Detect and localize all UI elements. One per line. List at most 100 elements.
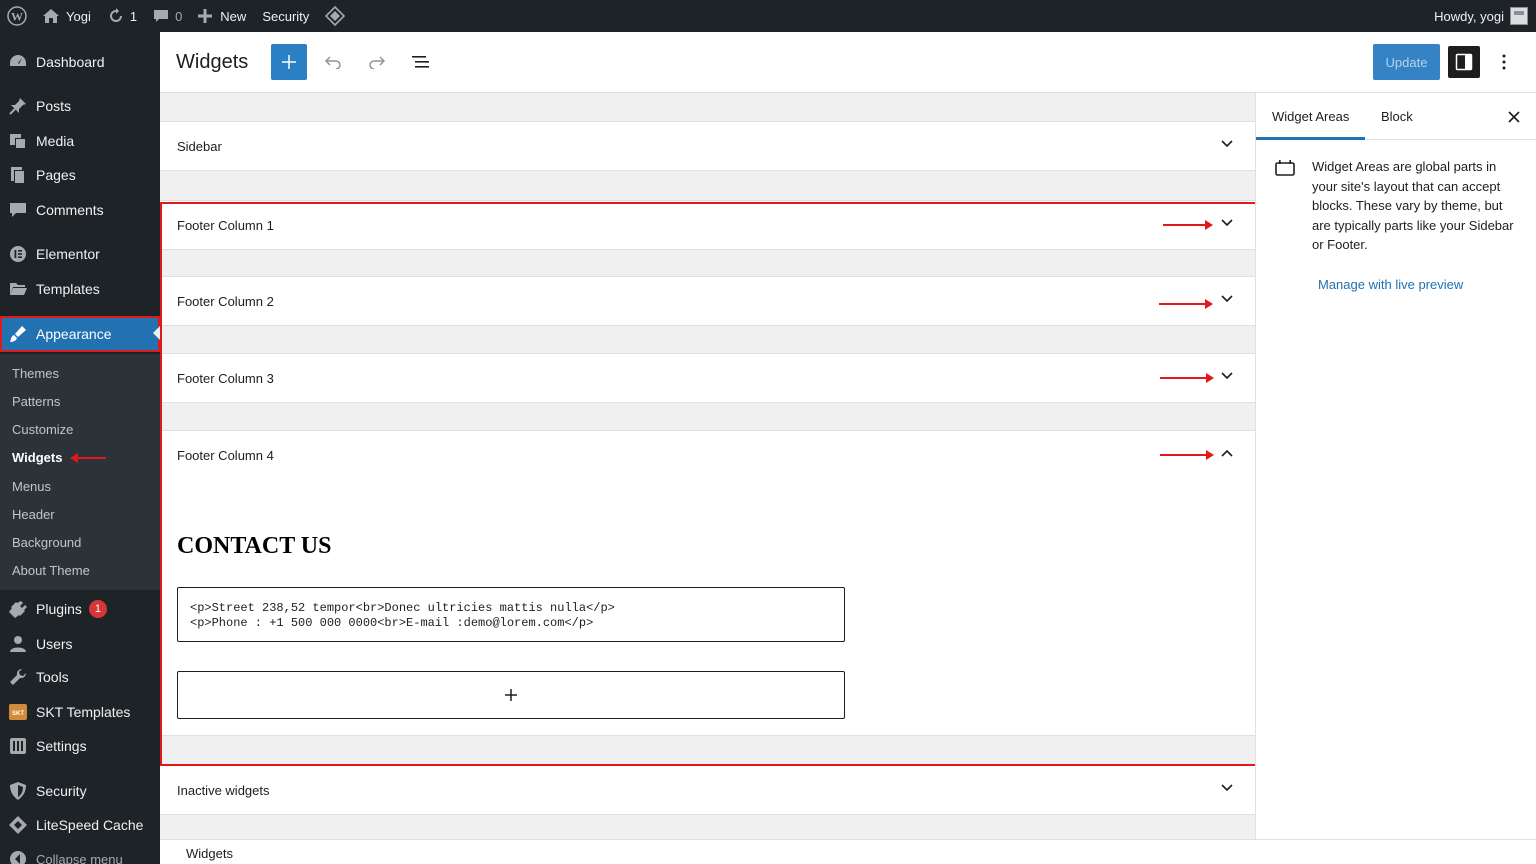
annotation-arrow [1159,299,1213,309]
widget-area-sidebar[interactable]: Sidebar [160,121,1255,171]
widget-area-inactive-widgets[interactable]: Inactive widgets [160,765,1255,815]
menu-label: SKT Templates [36,704,131,720]
menu-litespeed-cache[interactable]: LiteSpeed Cache [0,808,160,842]
site-name-link[interactable]: Yogi [34,0,99,32]
close-sidebar-button[interactable] [1504,107,1524,127]
security-link[interactable]: Security [254,0,317,32]
block-breadcrumb: Widgets [160,839,1536,864]
comments-link[interactable]: 0 [145,0,190,32]
widget-areas-canvas: Sidebar Footer Column 1 Footer Column 2 … [160,93,1255,839]
widget-area-title: Sidebar [177,138,222,154]
collapse-menu-button[interactable]: Collapse menu [0,842,160,864]
menu-comments[interactable]: Comments [0,193,160,227]
chevron-down-icon[interactable] [1221,295,1233,303]
menu-skt-templates[interactable]: SKT SKT Templates [0,695,160,729]
menu-security[interactable]: Security [0,774,160,808]
undo-icon [324,56,341,69]
comments-count: 0 [175,8,183,24]
redo-icon [369,56,386,69]
manage-live-preview-link[interactable]: Manage with live preview [1318,277,1463,292]
tab-widget-areas[interactable]: Widget Areas [1256,93,1365,140]
html-line: <p>Street 238,52 tempor<br>Donec ultrici… [190,601,615,615]
pages-icon [0,165,36,185]
menu-dashboard[interactable]: Dashboard [0,45,160,79]
menu-templates[interactable]: Templates [0,272,160,306]
site-name: Yogi [66,8,91,24]
menu-label: Plugins [36,601,82,617]
comment-icon [154,10,169,22]
wordpress-logo-icon[interactable]: W [0,0,34,32]
sidebar-tabs: Widget Areas Block [1256,93,1536,140]
widget-area-title: Footer Column 3 [177,370,274,386]
more-vertical-icon [1502,54,1506,70]
wrench-icon [0,667,36,687]
breadcrumb-item[interactable]: Widgets [186,846,233,861]
widget-areas-description: Widget Areas are global parts in your si… [1312,159,1514,252]
chevron-up-icon[interactable] [1221,449,1233,457]
menu-settings[interactable]: Settings [0,729,160,763]
list-view-icon [412,56,429,68]
menu-label: Pages [36,167,76,183]
menu-label: Dashboard [36,54,105,70]
widget-area-footer-column-3[interactable]: Footer Column 3 [160,353,1255,403]
menu-elementor[interactable]: Elementor [0,237,160,271]
chevron-down-icon[interactable] [1221,219,1233,227]
media-icon [0,131,36,151]
contact-us-heading[interactable]: CONTACT US [177,533,331,560]
add-block-appender[interactable] [177,671,845,719]
menu-label: Settings [36,738,87,754]
submenu-widgets[interactable]: Widgets [12,450,62,465]
menu-label: Media [36,133,75,149]
submenu-menus[interactable]: Menus [12,479,51,494]
menu-label: Users [36,636,73,652]
menu-appearance[interactable]: Appearance [0,316,160,352]
plug-icon [0,599,36,619]
admin-menu: Dashboard Posts Media Pages Comments Ele… [0,32,160,864]
menu-posts[interactable]: Posts [0,89,160,123]
litespeed-link[interactable] [317,0,353,32]
chevron-down-icon[interactable] [1221,140,1233,148]
widget-area-footer-column-1[interactable]: Footer Column 1 [160,200,1255,250]
update-icon [109,8,122,22]
undo-button[interactable] [315,44,351,80]
options-menu-button[interactable] [1488,46,1520,78]
redo-button[interactable] [359,44,395,80]
menu-plugins[interactable]: Plugins 1 [0,592,160,626]
settings-panel-toggle[interactable] [1448,46,1480,78]
annotation-arrow [1160,373,1214,383]
menu-media[interactable]: Media [0,124,160,158]
submenu-background[interactable]: Background [12,535,81,550]
menu-label: Posts [36,98,72,114]
menu-tools[interactable]: Tools [0,660,160,694]
custom-html-block[interactable]: <p>Street 238,52 tempor<br>Donec ultrici… [177,587,845,642]
plus-icon [505,689,517,701]
menu-users[interactable]: Users [0,627,160,661]
new-content-link[interactable]: New [190,0,254,32]
diamond-icon [0,815,36,835]
comment-icon [0,200,36,220]
settings-icon [0,736,36,756]
chevron-down-icon[interactable] [1221,784,1233,792]
settings-sidebar: Widget Areas Block Widget Areas are glob… [1255,93,1536,839]
submenu-about-theme[interactable]: About Theme [12,563,90,578]
widget-area-footer-column-2[interactable]: Footer Column 2 [160,276,1255,326]
submenu-themes[interactable]: Themes [12,366,59,381]
widget-area-title: Footer Column 2 [177,293,274,309]
menu-pages[interactable]: Pages [0,158,160,192]
submenu-customize[interactable]: Customize [12,422,73,437]
submenu-patterns[interactable]: Patterns [12,394,60,409]
updates-link[interactable]: 1 [99,0,145,32]
list-view-button[interactable] [403,44,439,80]
widget-area-footer-column-4[interactable]: Footer Column 4 CONTACT US <p>Street 238… [160,430,1255,736]
plus-icon [198,9,213,23]
widget-area-title: Footer Column 1 [177,217,274,233]
my-account-link[interactable]: Howdy, yogi [1426,0,1536,32]
new-label: New [220,8,247,24]
chevron-down-icon[interactable] [1221,372,1233,380]
menu-label: Appearance [36,326,112,342]
tab-block[interactable]: Block [1365,93,1429,140]
update-button[interactable]: Update [1373,44,1440,80]
submenu-header[interactable]: Header [12,507,55,522]
add-block-button[interactable] [271,44,307,80]
close-icon [1508,111,1520,123]
